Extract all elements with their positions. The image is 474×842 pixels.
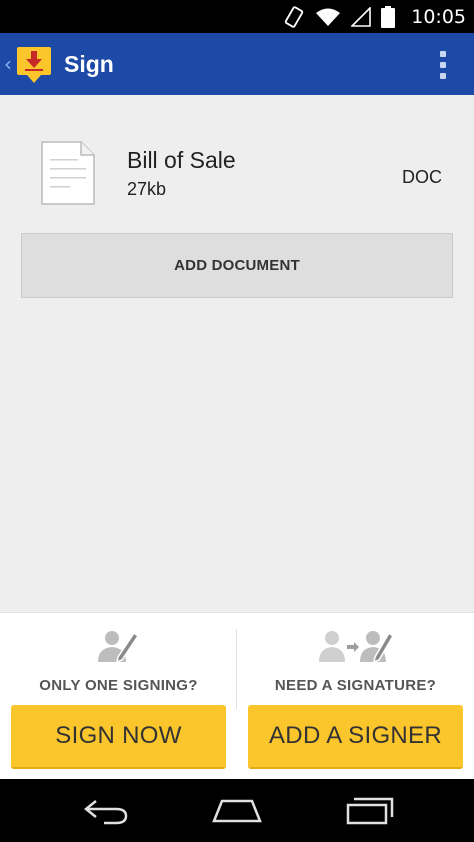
sign-now-button[interactable]: SIGN NOW xyxy=(11,705,226,769)
add-signer-section: NEED A SIGNATURE? ADD A SIGNER xyxy=(237,613,474,780)
one-signing-prompt: ONLY ONE SIGNING? xyxy=(39,677,198,694)
wifi-icon xyxy=(316,8,341,26)
overflow-menu-icon xyxy=(440,51,446,57)
document-name: Bill of Sale xyxy=(127,147,236,173)
back-icon[interactable] xyxy=(82,797,128,825)
chevron-left-icon: ‹ xyxy=(4,52,12,76)
person-to-person-pen-icon xyxy=(319,631,393,663)
download-doc-icon xyxy=(17,47,51,83)
status-bar: 10:05 xyxy=(0,0,474,33)
home-icon[interactable] xyxy=(212,799,262,823)
person-pen-icon xyxy=(98,631,138,663)
battery-icon xyxy=(381,5,396,28)
up-button[interactable]: ‹ xyxy=(0,33,56,95)
vibrate-icon xyxy=(285,5,304,28)
page-title: Sign xyxy=(64,50,114,77)
document-type: DOC xyxy=(402,167,442,187)
status-time: 10:05 xyxy=(411,5,466,28)
bottom-panel: ONLY ONE SIGNING? SIGN NOW NEED A SIGNAT… xyxy=(0,612,474,779)
content-area: Bill of Sale 27kb DOC ADD DOCUMENT xyxy=(0,95,474,612)
need-signature-prompt: NEED A SIGNATURE? xyxy=(274,677,437,694)
add-document-button[interactable]: ADD DOCUMENT xyxy=(21,233,453,298)
document-thumbnail-icon xyxy=(41,141,95,205)
recents-icon[interactable] xyxy=(346,797,394,825)
sign-now-section: ONLY ONE SIGNING? SIGN NOW xyxy=(0,613,237,780)
action-bar: ‹ Sign xyxy=(0,33,474,95)
overflow-menu-button[interactable] xyxy=(438,51,448,79)
document-size: 27kb xyxy=(127,179,167,199)
navigation-bar xyxy=(0,779,474,842)
document-row[interactable]: Bill of Sale 27kb DOC xyxy=(0,95,474,235)
signal-icon xyxy=(351,6,372,27)
add-signer-button[interactable]: ADD A SIGNER xyxy=(248,705,463,769)
